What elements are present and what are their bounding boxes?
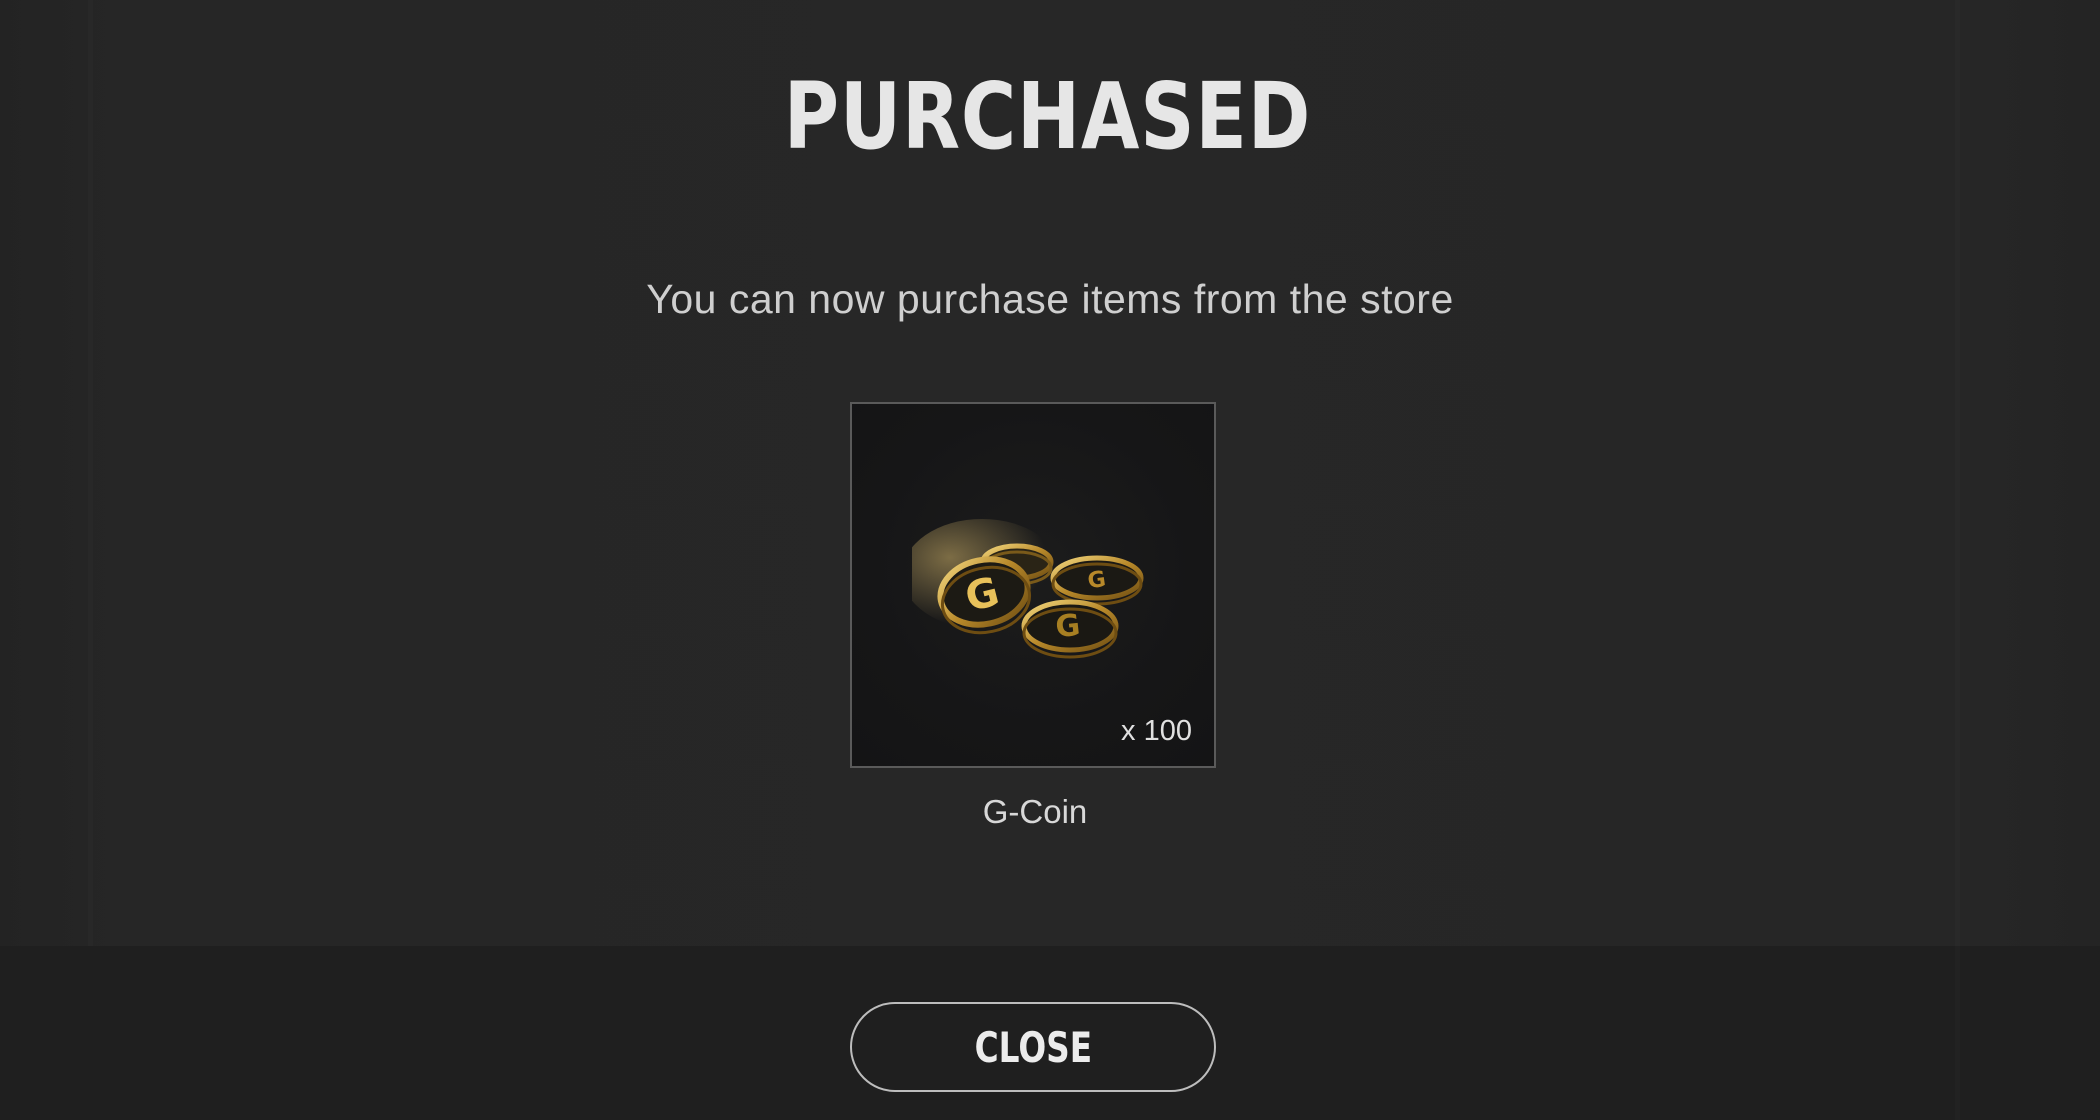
g-coin-stack-icon: G G G — [912, 519, 1144, 659]
dialog-message: You can now purchase items from the stor… — [646, 276, 1454, 322]
close-button-label: CLOSE — [974, 1022, 1092, 1072]
dialog-title: PURCHASED — [783, 63, 1312, 170]
svg-text:G: G — [1086, 567, 1107, 594]
close-button[interactable]: CLOSE — [850, 1002, 1216, 1092]
svg-text:G: G — [1054, 608, 1082, 645]
item-quantity: x 100 — [1121, 715, 1192, 747]
item-card: G G G x 100 — [850, 402, 1216, 768]
item-name: G-Coin — [982, 793, 1088, 830]
purchase-dialog: PURCHASED You can now purchase items fro… — [0, 0, 2100, 1120]
